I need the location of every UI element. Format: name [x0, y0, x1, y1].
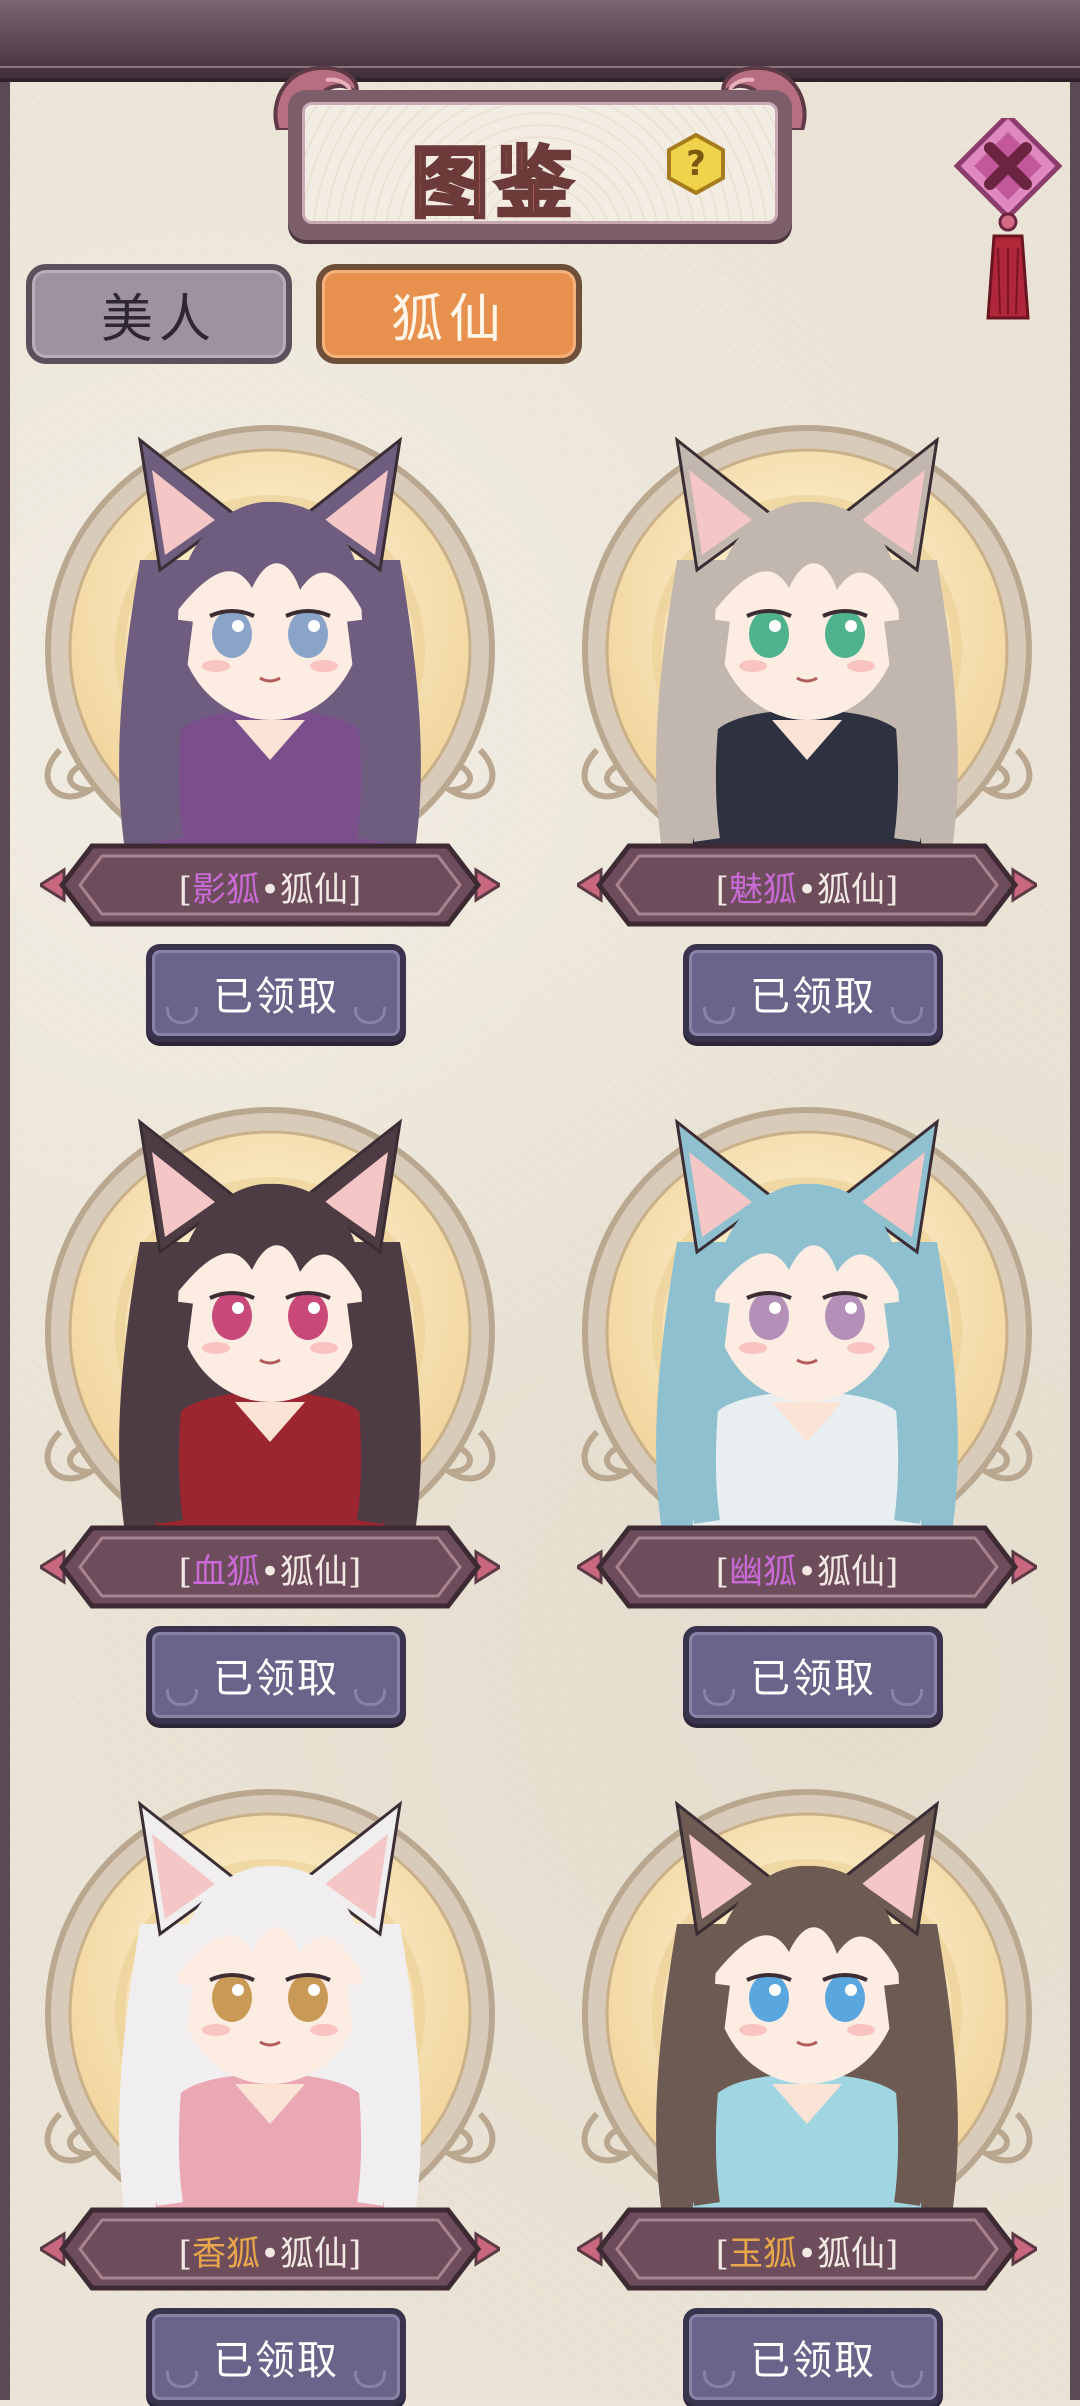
fox-card[interactable]: [影狐•狐仙] 已领取 [20, 420, 520, 1042]
card-name-suffix: •狐仙 [796, 2234, 886, 2274]
fox-card[interactable]: [玉狐•狐仙] 已领取 [557, 1784, 1057, 2406]
card-name: [血狐•狐仙] [178, 1552, 362, 1592]
card-name: [影狐•狐仙] [178, 870, 362, 910]
page-title: 图鉴 [409, 137, 579, 231]
help-icon: ? [686, 144, 706, 184]
close-button[interactable] [950, 118, 1080, 328]
card-name-accent: 玉狐 [728, 2234, 797, 2274]
card-name-suffix: •狐仙 [259, 1552, 349, 1592]
claimed-button[interactable]: 已领取 [146, 944, 406, 1042]
card-name-accent: 影狐 [191, 870, 260, 910]
card-name: [魅狐•狐仙] [715, 870, 899, 910]
card-name-accent: 魅狐 [728, 870, 797, 910]
claimed-button[interactable]: 已领取 [683, 1626, 943, 1724]
fox-card[interactable]: [香狐•狐仙] 已领取 [20, 1784, 520, 2406]
claimed-button[interactable]: 已领取 [683, 944, 943, 1042]
card-name-suffix: •狐仙 [796, 870, 886, 910]
character-portrait [656, 436, 958, 880]
card-name-accent: 香狐 [191, 2234, 260, 2274]
tab-beauty[interactable]: 美人 [26, 264, 292, 364]
claimed-button[interactable]: 已领取 [683, 2308, 943, 2406]
card-name: [香狐•狐仙] [178, 2234, 362, 2274]
fox-card[interactable]: [血狐•狐仙] 已领取 [20, 1102, 520, 1724]
card-name-suffix: •狐仙 [259, 2234, 349, 2274]
character-portrait [119, 1118, 421, 1562]
character-portrait [656, 1800, 958, 2244]
right-border [1070, 70, 1080, 2400]
claimed-button[interactable]: 已领取 [146, 2308, 406, 2406]
claimed-button[interactable]: 已领取 [146, 1626, 406, 1724]
card-name-suffix: •狐仙 [796, 1552, 886, 1592]
left-border [0, 70, 10, 2400]
character-portrait [119, 436, 421, 880]
character-portrait [119, 1800, 421, 2244]
card-name-accent: 幽狐 [728, 1552, 797, 1592]
card-name: [幽狐•狐仙] [715, 1552, 899, 1592]
plaque-body: 图鉴 ? [288, 90, 792, 240]
card-name: [玉狐•狐仙] [715, 2234, 899, 2274]
character-portrait [656, 1118, 958, 1562]
title-plaque: 图鉴 ? [268, 52, 812, 240]
tab-fox-immortal[interactable]: 狐仙 [316, 264, 582, 364]
help-button[interactable]: ? [665, 133, 727, 195]
plaque-inner: 图鉴 ? [302, 102, 778, 231]
card-name-suffix: •狐仙 [259, 870, 349, 910]
fox-card[interactable]: [魅狐•狐仙] 已领取 [557, 420, 1057, 1042]
fox-card[interactable]: [幽狐•狐仙] 已领取 [557, 1102, 1057, 1724]
card-name-accent: 血狐 [191, 1552, 260, 1592]
